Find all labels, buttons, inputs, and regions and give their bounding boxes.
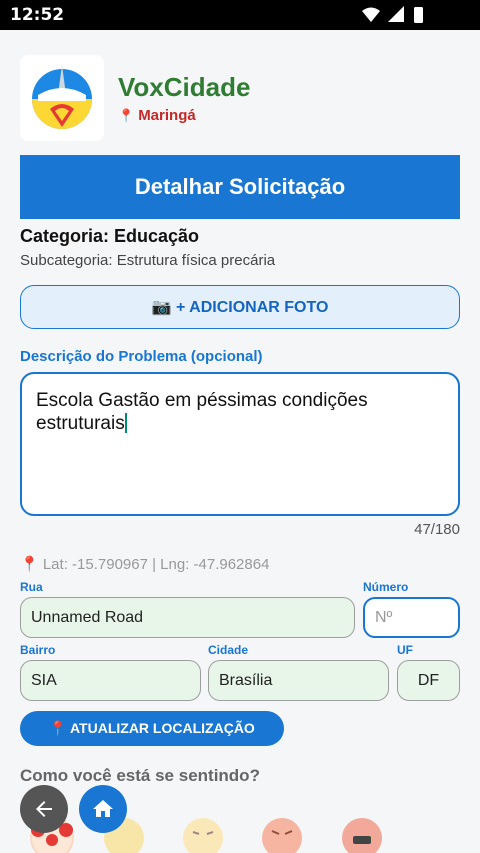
rua-field[interactable]: Unnamed Road	[20, 597, 355, 638]
app-header: VoxCidade 📍 Maringá	[20, 55, 460, 141]
home-button[interactable]	[79, 785, 127, 833]
description-input[interactable]: Escola Gastão em péssimas condições estr…	[20, 372, 460, 516]
text-cursor	[124, 413, 127, 433]
pin-icon: 📍	[118, 108, 135, 123]
app-logo	[20, 55, 104, 141]
feeling-title: Como você está se sentindo?	[20, 766, 260, 785]
signal-icon	[388, 6, 404, 22]
category-label: Categoria: Educação	[20, 226, 200, 246]
numero-label: Número	[363, 580, 409, 594]
emoji-tired-icon[interactable]	[181, 816, 225, 853]
add-photo-button[interactable]: 📷 + ADICIONAR FOTO	[20, 285, 460, 329]
update-location-button[interactable]: 📍 ATUALIZAR LOCALIZAÇÃO	[20, 711, 284, 746]
cidade-label: Cidade	[208, 643, 249, 657]
status-bar: 12:52	[0, 0, 480, 30]
bairro-field[interactable]: SIA	[20, 660, 201, 701]
numero-field[interactable]: Nº	[363, 597, 460, 638]
emoji-angry-icon[interactable]	[260, 816, 304, 853]
coordinates-text: 📍 Lat: -15.790967 | Lng: -47.962864	[20, 556, 270, 573]
status-icons	[360, 6, 450, 29]
description-label: Descrição do Problema (opcional)	[20, 348, 263, 365]
bairro-label: Bairro	[20, 643, 56, 657]
city-name: Maringá	[138, 107, 196, 124]
description-text: Escola Gastão em péssimas condições estr…	[36, 390, 368, 434]
rua-label: Rua	[20, 580, 43, 594]
arrow-left-icon	[36, 801, 52, 817]
uf-label: UF	[397, 643, 413, 657]
status-time: 12:52	[10, 5, 65, 25]
back-button[interactable]	[20, 785, 68, 833]
character-counter: 47/180	[414, 521, 460, 538]
battery-icon	[414, 7, 423, 23]
home-icon	[93, 800, 113, 817]
subcategory-label: Subcategoria: Estrutura física precária	[20, 252, 276, 269]
uf-field[interactable]: DF	[397, 660, 460, 701]
page-title: Detalhar Solicitação	[20, 155, 460, 219]
wifi-icon	[362, 7, 380, 22]
cidade-field[interactable]: Brasília	[208, 660, 389, 701]
emoji-swearing-icon[interactable]	[340, 816, 384, 853]
app-name: VoxCidade	[118, 72, 251, 102]
city-label: 📍 Maringá	[118, 107, 196, 124]
